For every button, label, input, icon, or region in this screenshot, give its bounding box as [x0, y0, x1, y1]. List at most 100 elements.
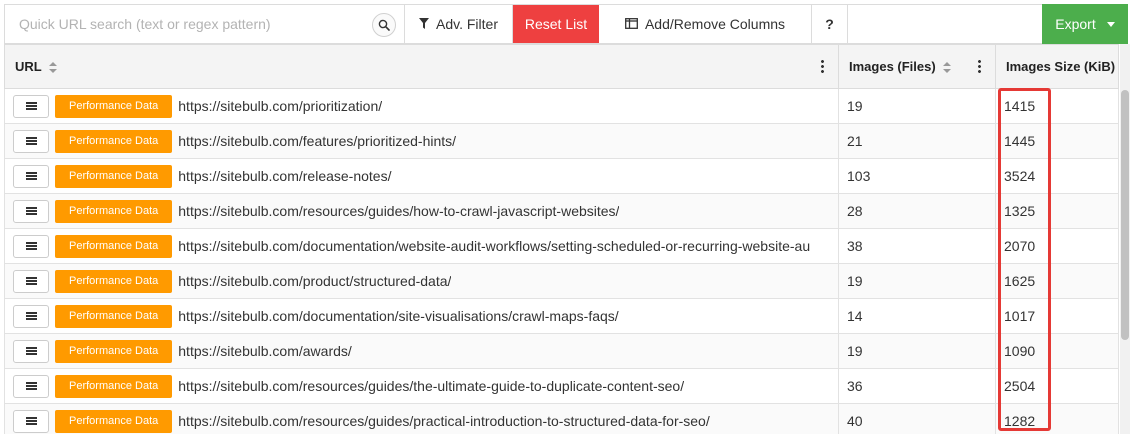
url-cell: Performance Data https://sitebulb.com/res… [4, 368, 839, 404]
sort-icon[interactable] [943, 62, 952, 74]
row-menu-button[interactable] [13, 339, 49, 363]
row-menu-button[interactable] [13, 374, 49, 398]
url-link[interactable]: https://sitebulb.com/prioritization/ [178, 98, 382, 114]
table-row: Performance Data https://sitebulb.com/rel… [4, 158, 1119, 194]
adv-filter-button[interactable]: Adv. Filter [405, 5, 513, 43]
performance-data-button[interactable]: Performance Data [55, 164, 173, 188]
url-link[interactable]: https://sitebulb.com/awards/ [178, 343, 352, 359]
images-files-cell: 40 [838, 403, 996, 434]
row-menu-button[interactable] [13, 199, 49, 223]
performance-data-button[interactable]: Performance Data [55, 199, 173, 223]
performance-data-button[interactable]: Performance Data [55, 234, 173, 258]
export-button[interactable]: Export [1042, 4, 1128, 44]
images-files-cell: 21 [838, 123, 996, 159]
caret-down-icon [1106, 21, 1115, 27]
hamburger-icon [25, 347, 37, 355]
images-size-cell: 1415 [995, 88, 1119, 124]
performance-data-button[interactable]: Performance Data [55, 129, 173, 153]
performance-data-button[interactable]: Performance Data [55, 304, 173, 328]
table-row: Performance Data https://sitebulb.com/res… [4, 368, 1119, 404]
row-menu-button[interactable] [13, 164, 49, 188]
row-menu-button[interactable] [13, 409, 49, 433]
performance-data-button[interactable]: Performance Data [55, 339, 173, 363]
url-cell: Performance Data https://sitebulb.com/doc… [4, 298, 839, 334]
images-size-cell: 1445 [995, 123, 1119, 159]
performance-data-button[interactable]: Performance Data [55, 269, 173, 293]
table-row: Performance Data https://sitebulb.com/res… [4, 193, 1119, 229]
column-header-images-size[interactable]: Images Size (KiB) [995, 44, 1119, 89]
url-link[interactable]: https://sitebulb.com/features/prioritize… [178, 133, 456, 149]
scrollbar-thumb[interactable] [1121, 90, 1129, 340]
table-row: Performance Data https://sitebulb.com/fea… [4, 123, 1119, 159]
table-row: Performance Data https://sitebulb.com/res… [4, 403, 1119, 434]
url-cell-content: Performance Data https://sitebulb.com/doc… [13, 234, 830, 258]
table-row: Performance Data https://sitebulb.com/pro… [4, 263, 1119, 299]
url-link[interactable]: https://sitebulb.com/resources/guides/th… [178, 378, 684, 394]
adv-filter-label: Adv. Filter [436, 16, 498, 32]
url-link[interactable]: https://sitebulb.com/documentation/site-… [178, 308, 618, 324]
reset-list-button[interactable]: Reset List [513, 5, 599, 43]
url-cell: Performance Data https://sitebulb.com/res… [4, 193, 839, 229]
row-menu-button[interactable] [13, 269, 49, 293]
url-cell-content: Performance Data https://sitebulb.com/res… [13, 409, 830, 433]
column-header-label: Images Size (KiB) [1006, 59, 1116, 74]
help-label: ? [825, 16, 834, 32]
images-files-cell: 36 [838, 368, 996, 404]
url-cell: Performance Data https://sitebulb.com/rel… [4, 158, 839, 194]
search-icon[interactable] [372, 13, 396, 37]
column-menu-icon[interactable] [821, 59, 824, 73]
table-row: Performance Data https://sitebulb.com/pri… [4, 88, 1119, 124]
help-button[interactable]: ? [812, 5, 848, 43]
vertical-scrollbar[interactable] [1120, 44, 1130, 434]
url-cell: Performance Data https://sitebulb.com/pri… [4, 88, 839, 124]
sort-icon[interactable] [49, 62, 58, 74]
performance-data-button[interactable]: Performance Data [55, 409, 173, 433]
url-cell: Performance Data https://sitebulb.com/awa… [4, 333, 839, 369]
images-size-cell: 1017 [995, 298, 1119, 334]
url-link[interactable]: https://sitebulb.com/release-notes/ [178, 168, 391, 184]
url-cell-content: Performance Data https://sitebulb.com/awa… [13, 339, 830, 363]
row-menu-button[interactable] [13, 304, 49, 328]
url-cell-content: Performance Data https://sitebulb.com/pro… [13, 269, 830, 293]
hamburger-icon [25, 242, 37, 250]
row-menu-button[interactable] [13, 94, 49, 118]
url-cell-content: Performance Data https://sitebulb.com/res… [13, 199, 830, 223]
images-size-cell: 1282 [995, 403, 1119, 434]
row-menu-button[interactable] [13, 129, 49, 153]
url-cell-content: Performance Data https://sitebulb.com/rel… [13, 164, 830, 188]
url-cell: Performance Data https://sitebulb.com/res… [4, 403, 839, 434]
url-cell: Performance Data https://sitebulb.com/doc… [4, 228, 839, 264]
images-size-cell: 1625 [995, 263, 1119, 299]
images-size-cell: 1090 [995, 333, 1119, 369]
hamburger-icon [25, 102, 37, 110]
column-header-images-files[interactable]: Images (Files) [838, 44, 996, 89]
url-link[interactable]: https://sitebulb.com/documentation/websi… [178, 238, 810, 254]
hamburger-icon [25, 207, 37, 215]
column-menu-icon[interactable] [978, 59, 981, 73]
images-size-cell: 3524 [995, 158, 1119, 194]
add-remove-columns-button[interactable]: Add/Remove Columns [599, 5, 812, 43]
url-link[interactable]: https://sitebulb.com/product/structured-… [178, 273, 451, 289]
column-header-url[interactable]: URL [4, 44, 839, 89]
url-link[interactable]: https://sitebulb.com/resources/guides/ho… [178, 203, 619, 219]
images-size-cell: 2070 [995, 228, 1119, 264]
images-files-cell: 28 [838, 193, 996, 229]
hamburger-icon [25, 417, 37, 425]
images-files-cell: 14 [838, 298, 996, 334]
hamburger-icon [25, 137, 37, 145]
hamburger-icon [25, 312, 37, 320]
hamburger-icon [25, 172, 37, 180]
row-menu-button[interactable] [13, 234, 49, 258]
columns-label: Add/Remove Columns [644, 16, 786, 32]
search-input[interactable] [19, 16, 359, 32]
filter-icon [419, 16, 429, 32]
hamburger-icon [25, 277, 37, 285]
url-link[interactable]: https://sitebulb.com/resources/guides/pr… [178, 413, 709, 429]
table-row: Performance Data https://sitebulb.com/awa… [4, 333, 1119, 369]
images-size-cell: 1325 [995, 193, 1119, 229]
table-row: Performance Data https://sitebulb.com/doc… [4, 228, 1119, 264]
performance-data-button[interactable]: Performance Data [55, 374, 173, 398]
images-files-cell: 19 [838, 263, 996, 299]
performance-data-button[interactable]: Performance Data [55, 94, 173, 118]
